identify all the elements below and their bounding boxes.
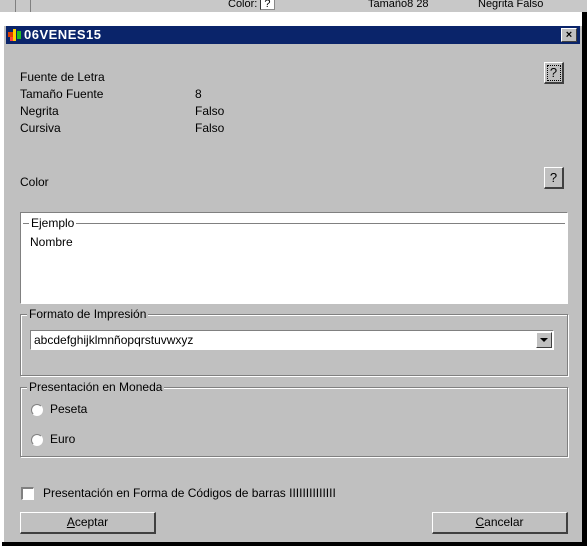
column-divider xyxy=(30,0,31,12)
accept-mnemonic: A xyxy=(66,515,75,529)
bg-bold-field: Negrita Falso xyxy=(478,0,543,10)
size-value: 8 xyxy=(195,87,202,101)
currency-legend: Presentación en Moneda xyxy=(27,380,165,394)
peseta-label[interactable]: Peseta xyxy=(50,402,87,416)
font-label: Fuente de Letra xyxy=(20,70,105,84)
font-help-button[interactable]: ? xyxy=(544,62,564,84)
radio-euro[interactable] xyxy=(31,434,43,446)
example-preview: Ejemplo Nombre xyxy=(20,212,568,304)
example-groupline xyxy=(23,223,565,224)
bg-bold-value: Falso xyxy=(516,0,544,10)
chevron-down-icon[interactable] xyxy=(536,332,552,348)
example-text: Nombre xyxy=(30,235,73,249)
bg-size-field: Tamaño8 28 xyxy=(368,0,429,10)
bold-label: Negrita xyxy=(20,104,59,118)
help-icon: ? xyxy=(549,65,558,80)
cancel-mnemonic: C xyxy=(475,515,485,529)
color-label: Color xyxy=(20,175,49,189)
italic-value: Falso xyxy=(195,121,225,135)
euro-label[interactable]: Euro xyxy=(50,432,75,446)
bg-bold-label: Negrita xyxy=(478,0,514,10)
background-window-strip: Color: ? Tamaño8 28 Negrita Falso xyxy=(0,0,587,12)
column-divider xyxy=(15,0,16,12)
color-help-button[interactable]: ? xyxy=(544,167,564,189)
bg-color-value: ? xyxy=(260,0,275,10)
window-shadow-right xyxy=(582,12,587,546)
cancel-button[interactable]: Cancelar xyxy=(432,512,568,534)
bg-size-label: Tamaño xyxy=(368,0,408,10)
app-icon xyxy=(8,29,21,41)
bg-size-value: 8 28 xyxy=(407,0,429,10)
radio-peseta[interactable] xyxy=(31,404,43,416)
cancel-label: ancelar xyxy=(484,515,524,529)
help-icon: ? xyxy=(549,170,558,185)
print-format-select[interactable]: abcdefghijklmnñopqrstuvwxyz xyxy=(30,330,554,350)
italic-label: Cursiva xyxy=(20,121,61,135)
title-bar[interactable]: 06VENES15 × xyxy=(6,26,580,44)
barcode-checkbox[interactable] xyxy=(21,487,34,500)
bg-color-field: Color: ? xyxy=(228,0,275,10)
close-icon: × xyxy=(565,29,573,41)
bg-color-label: Color: xyxy=(228,0,258,10)
dialog-title: 06VENES15 xyxy=(24,27,102,42)
example-legend: Ejemplo xyxy=(29,216,77,230)
print-format-value: abcdefghijklmnñopqrstuvwxyz xyxy=(34,333,194,347)
bold-value: Falso xyxy=(195,104,225,118)
barcode-label[interactable]: Presentación en Forma de Códigos de barr… xyxy=(43,486,336,500)
accept-label: ceptar xyxy=(74,515,109,529)
currency-group: Presentación en Moneda xyxy=(20,380,568,457)
size-label: Tamaño Fuente xyxy=(20,87,104,101)
accept-button[interactable]: Aceptar xyxy=(20,512,156,534)
close-button[interactable]: × xyxy=(561,28,577,42)
print-format-legend: Formato de Impresión xyxy=(27,307,149,321)
